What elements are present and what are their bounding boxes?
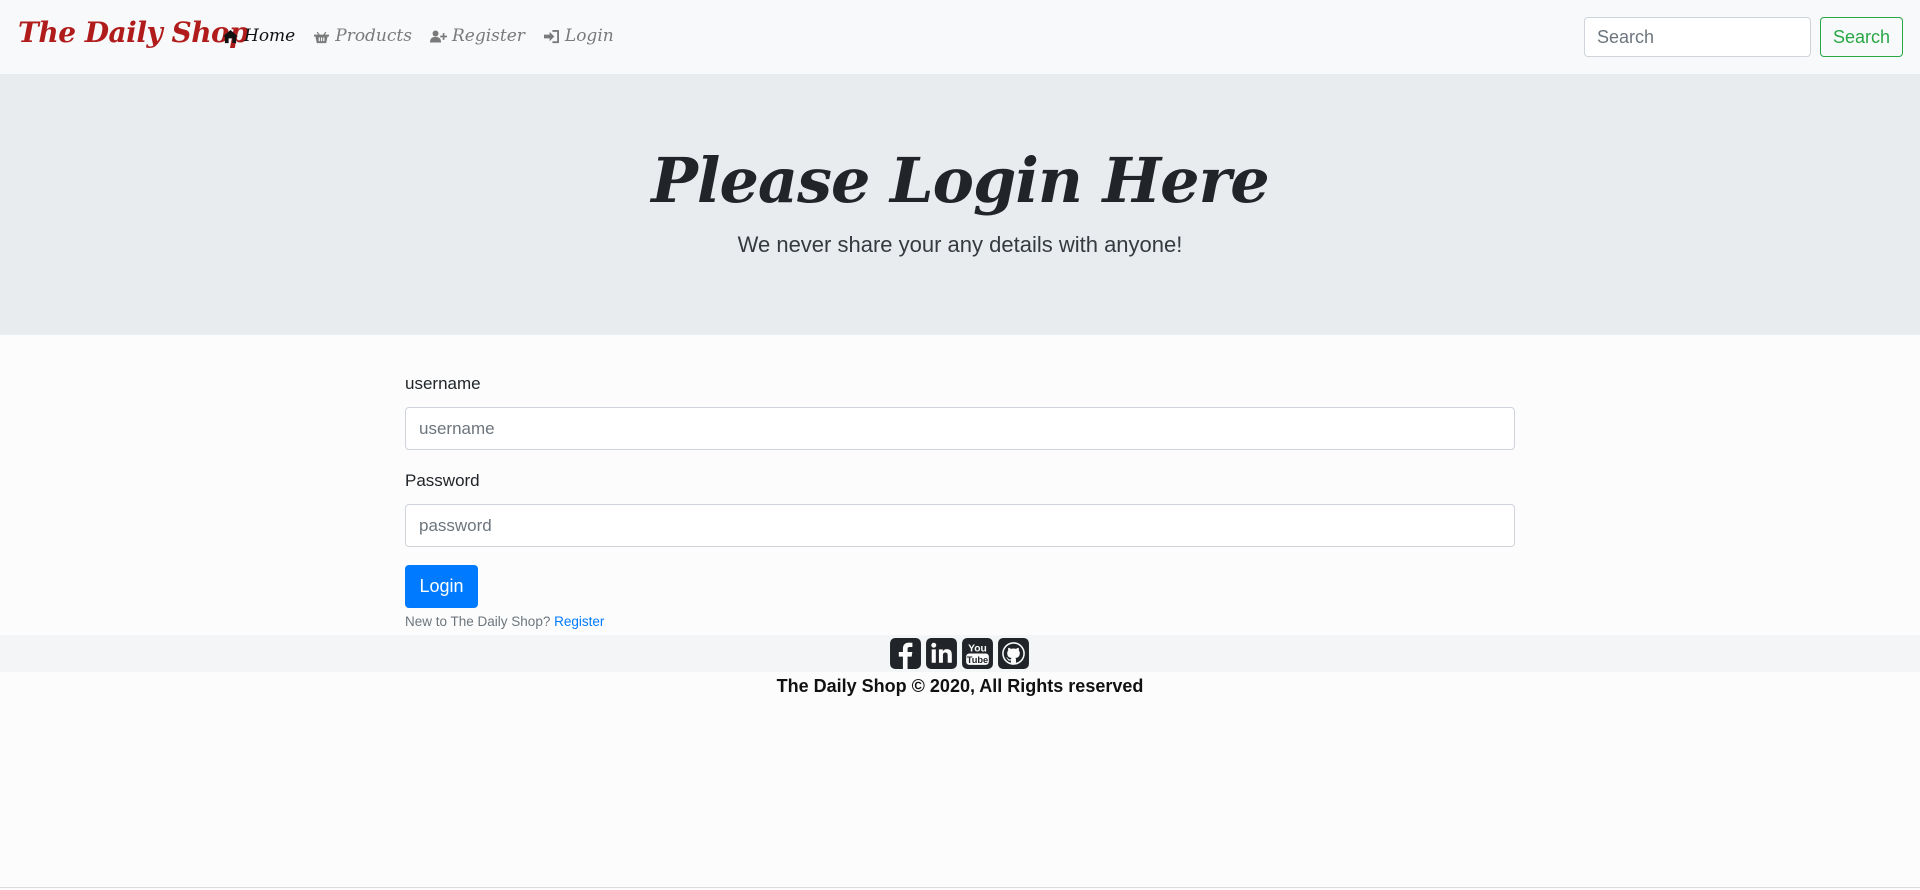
- login-button[interactable]: Login: [405, 565, 478, 608]
- nav-link-label: Products: [335, 26, 412, 46]
- home-icon: [223, 29, 238, 43]
- divider: [0, 887, 1920, 888]
- username-field[interactable]: [405, 407, 1515, 450]
- basket-icon: [314, 31, 330, 43]
- username-label: username: [405, 374, 481, 393]
- facebook-icon[interactable]: [889, 637, 922, 670]
- github-icon[interactable]: [997, 637, 1030, 670]
- nav-link-label: Home: [244, 26, 296, 46]
- page-subtitle: We never share your any details with any…: [737, 232, 1183, 257]
- register-link[interactable]: Register: [554, 614, 604, 629]
- nav-links: Home Products Register Login: [222, 26, 614, 46]
- linkedin-icon[interactable]: [925, 637, 958, 670]
- nav-link-home[interactable]: Home: [222, 26, 295, 46]
- password-field[interactable]: [405, 504, 1515, 547]
- page-title: Please Login Here: [651, 144, 1269, 217]
- copyright: The Daily Shop © 2020, All Rights reserv…: [776, 676, 1144, 696]
- search-button[interactable]: Search: [1820, 17, 1903, 57]
- nav-link-register[interactable]: Register: [429, 26, 525, 46]
- nav-link-label: Login: [564, 26, 614, 46]
- navbar: The Daily Shop Home Products Register Lo…: [0, 0, 1920, 74]
- jumbotron: Please Login Here We never share your an…: [0, 74, 1920, 335]
- password-label: Password: [405, 471, 480, 490]
- nav-link-products[interactable]: Products: [313, 26, 412, 46]
- user-plus-icon: [429, 30, 447, 42]
- nav-link-login[interactable]: Login: [543, 26, 614, 46]
- svg-text:Tube: Tube: [967, 655, 988, 665]
- sign-in-icon: [543, 29, 559, 43]
- nav-link-label: Register: [451, 26, 525, 46]
- register-prompt: New to The Daily Shop?: [405, 614, 551, 629]
- social-links: You Tube: [889, 637, 1030, 670]
- youtube-icon[interactable]: You Tube: [961, 637, 994, 670]
- register-note: New to The Daily Shop? Register: [405, 614, 604, 629]
- search-input[interactable]: [1584, 17, 1811, 57]
- svg-text:You: You: [968, 643, 987, 654]
- brand-logo[interactable]: The Daily Shop: [18, 16, 249, 49]
